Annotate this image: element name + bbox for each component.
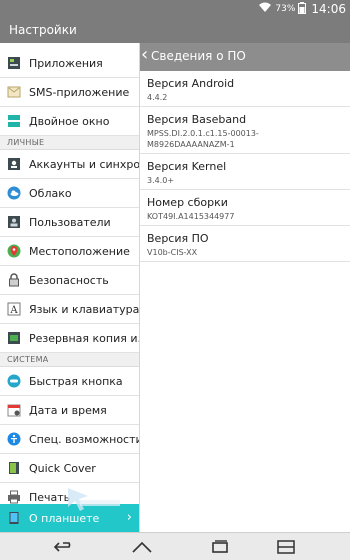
recents-icon[interactable] — [202, 537, 238, 557]
info-item-baseband-version[interactable]: Версия Baseband MPSS.DI.2.0.1.c1.15-0001… — [140, 107, 350, 154]
settings-item-quick-cover[interactable]: Quick Cover — [0, 454, 139, 483]
settings-item-security[interactable]: Безопасность — [0, 266, 139, 295]
app-title: Настройки — [9, 23, 77, 37]
quick-cover-icon — [6, 460, 22, 476]
calendar-icon — [6, 402, 22, 418]
section-header-system: СИСТЕМА — [0, 353, 139, 367]
settings-item-accessibility[interactable]: Спец. возможности — [0, 425, 139, 454]
settings-item-apps[interactable]: Приложения — [0, 49, 139, 78]
quick-button-icon — [6, 373, 22, 389]
settings-item-accounts[interactable]: Аккаунты и синхро — [0, 150, 139, 179]
info-item-kernel-version[interactable]: Версия Kernel 3.4.0+ — [140, 154, 350, 190]
dual-window-icon — [6, 113, 22, 129]
print-icon — [6, 489, 22, 505]
battery-icon — [298, 1, 307, 17]
watermark-logo — [62, 484, 122, 518]
users-icon — [6, 214, 22, 230]
settings-item-dual-window[interactable]: Двойное окно — [0, 107, 139, 136]
settings-item-users[interactable]: Пользователи — [0, 208, 139, 237]
language-icon: A — [6, 301, 22, 317]
back-icon[interactable] — [46, 537, 82, 557]
home-icon[interactable] — [124, 537, 160, 557]
apps-icon — [6, 55, 22, 71]
settings-item-language[interactable]: A Язык и клавиатура — [0, 295, 139, 324]
accounts-icon — [6, 156, 22, 172]
settings-item-cloud[interactable]: Облако — [0, 179, 139, 208]
status-bar: 73% 14:06 — [0, 0, 350, 18]
navigation-bar — [0, 532, 350, 560]
settings-item-location[interactable]: Местоположение — [0, 237, 139, 266]
settings-item-backup[interactable]: Резервная копия и... — [0, 324, 139, 353]
svg-text:A: A — [9, 305, 18, 316]
section-header-personal: ЛИЧНЫЕ — [0, 136, 139, 150]
info-item-build-number[interactable]: Номер сборки KOT49I.A1415344977 — [140, 190, 350, 226]
settings-item-date-time[interactable]: Дата и время — [0, 396, 139, 425]
settings-item-quick-button[interactable]: Быстрая кнопка — [0, 367, 139, 396]
app-bar: Настройки — [0, 18, 350, 43]
cloud-icon — [6, 185, 22, 201]
wifi-icon — [258, 2, 272, 16]
battery-percent: 73% — [275, 4, 296, 14]
status-icons: 73% 14:06 — [258, 1, 346, 17]
status-time: 14:06 — [311, 2, 346, 16]
info-item-software-version[interactable]: Версия ПО V10b-CIS-XX — [140, 226, 350, 262]
settings-list[interactable]: Приложения SMS-приложение Двойное окно Л… — [0, 43, 140, 532]
sms-icon — [6, 84, 22, 100]
lock-icon — [6, 272, 22, 288]
chevron-right-icon: › — [126, 510, 132, 525]
detail-header: ‹ Сведения о ПО — [140, 43, 350, 71]
info-item-android-version[interactable]: Версия Android 4.4.2 — [140, 71, 350, 107]
back-chevron-icon[interactable]: ‹ — [141, 46, 148, 64]
dual-window-icon[interactable] — [268, 537, 304, 557]
tablet-icon — [6, 510, 22, 526]
accessibility-icon — [6, 431, 22, 447]
location-icon — [6, 243, 22, 259]
detail-title: Сведения о ПО — [151, 49, 246, 63]
backup-icon — [6, 330, 22, 346]
settings-item-sms[interactable]: SMS-приложение — [0, 78, 139, 107]
